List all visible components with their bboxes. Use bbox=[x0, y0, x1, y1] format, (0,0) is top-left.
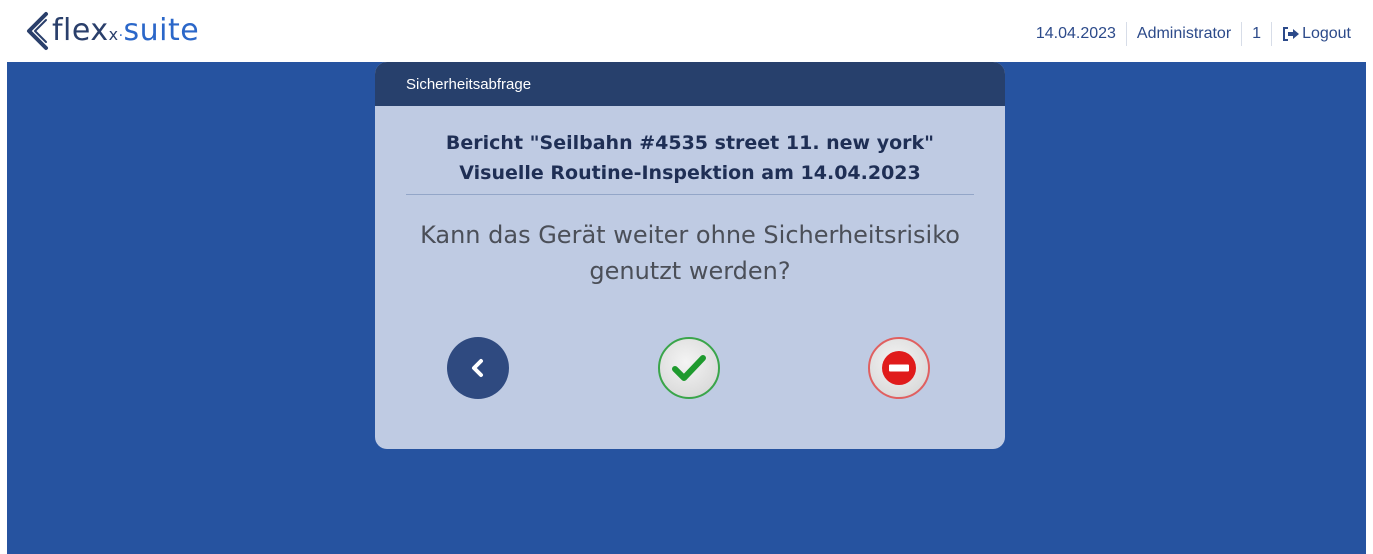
nav-divider bbox=[1125, 22, 1127, 46]
flexsuite-logo[interactable]: flexx·suite bbox=[24, 8, 199, 54]
current-date: 14.04.2023 bbox=[1035, 25, 1116, 42]
logo-text-x: x bbox=[108, 25, 119, 44]
top-bar: flexx·suite 14.04.2023 Administrator 1 L… bbox=[0, 0, 1373, 62]
question-line-2: genutzt werden? bbox=[589, 257, 791, 285]
nav-divider bbox=[1241, 22, 1243, 46]
user-name[interactable]: Administrator bbox=[1137, 25, 1231, 43]
report-title: Bericht "Seilbahn #4535 street 11. new y… bbox=[375, 128, 1005, 188]
session-count[interactable]: 1 bbox=[1252, 25, 1261, 43]
logo-wordmark: flexx·suite bbox=[52, 16, 199, 46]
back-button[interactable] bbox=[447, 337, 509, 399]
confirm-button[interactable] bbox=[658, 337, 720, 399]
report-name: Bericht "Seilbahn #4535 street 11. new y… bbox=[445, 132, 935, 154]
logout-icon bbox=[1283, 27, 1300, 41]
dialog-header: Sicherheitsabfrage bbox=[375, 62, 1005, 106]
logo-text-suite: suite bbox=[123, 13, 200, 48]
top-nav: 14.04.2023 Administrator 1 Logout bbox=[1036, 22, 1351, 46]
nav-divider bbox=[1271, 22, 1273, 46]
safety-question: Kann das Gerät weiter ohne Sicherheitsri… bbox=[375, 217, 1005, 289]
safety-confirmation-dialog: Sicherheitsabfrage Bericht "Seilbahn #45… bbox=[375, 62, 1005, 449]
question-line-1: Kann das Gerät weiter ohne Sicherheitsri… bbox=[420, 221, 960, 249]
logout-label: Logout bbox=[1302, 25, 1351, 42]
dialog-divider bbox=[406, 194, 974, 195]
logo-bracket-icon bbox=[27, 12, 48, 50]
logout-button[interactable]: Logout bbox=[1282, 25, 1351, 43]
logo-text-flex: flex bbox=[52, 13, 109, 48]
chevron-left-icon bbox=[472, 359, 483, 377]
deny-button[interactable] bbox=[868, 337, 930, 399]
inspection-name: Visuelle Routine-Inspektion am 14.04.202… bbox=[459, 162, 921, 184]
no-entry-icon bbox=[882, 351, 916, 385]
check-icon bbox=[672, 355, 706, 381]
dialog-title: Sicherheitsabfrage bbox=[406, 75, 532, 93]
